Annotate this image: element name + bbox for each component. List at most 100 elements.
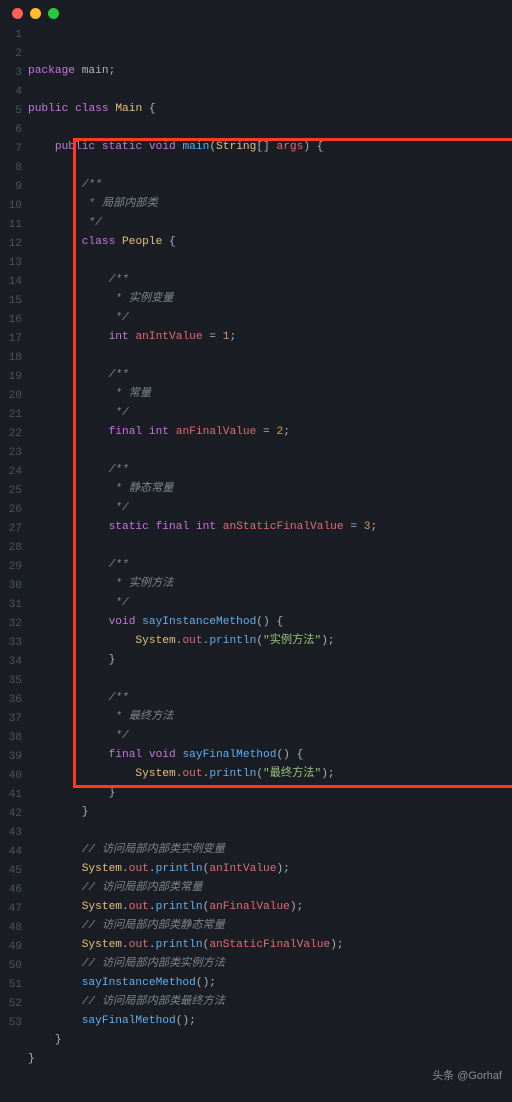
line-number: 47 xyxy=(0,900,22,919)
token-cls: System xyxy=(135,635,175,647)
token-pln xyxy=(28,616,109,628)
code-line: int anIntValue = 1; xyxy=(28,328,512,347)
code-line: /** xyxy=(28,176,512,195)
line-number: 42 xyxy=(0,805,22,824)
line-number: 5 xyxy=(0,102,22,121)
code-line xyxy=(28,252,512,271)
token-fn: println xyxy=(209,768,256,780)
code-line: void sayInstanceMethod() { xyxy=(28,613,512,632)
token-pln: } xyxy=(28,654,115,666)
token-pln xyxy=(28,407,109,419)
code-line: static final int anStaticFinalValue = 3; xyxy=(28,518,512,537)
token-id: out xyxy=(129,901,149,913)
token-pln: } xyxy=(28,1053,35,1065)
code-line xyxy=(28,81,512,100)
token-pln: [] xyxy=(256,141,276,153)
line-number: 30 xyxy=(0,577,22,596)
code-line: /** xyxy=(28,271,512,290)
token-pln xyxy=(28,920,82,932)
line-number: 49 xyxy=(0,938,22,957)
token-cmt: * 常量 xyxy=(109,388,152,400)
token-kw: void xyxy=(109,616,136,628)
zoom-icon[interactable] xyxy=(48,8,59,19)
code-line: // 访问局部内部类最终方法 xyxy=(28,993,512,1012)
token-pln xyxy=(28,977,82,989)
line-number: 34 xyxy=(0,653,22,672)
line-gutter: 1234567891011121314151617181920212223242… xyxy=(0,26,28,1069)
token-pln xyxy=(68,103,75,115)
token-id: anIntValue xyxy=(135,331,202,343)
token-pln: = xyxy=(256,426,276,438)
token-pln xyxy=(142,749,149,761)
token-pln xyxy=(28,312,109,324)
code-line: sayFinalMethod(); xyxy=(28,1012,512,1031)
code-line: class People { xyxy=(28,233,512,252)
token-cmt: // 访问局部内部类最终方法 xyxy=(82,996,225,1008)
token-kw: void xyxy=(149,749,176,761)
line-number: 27 xyxy=(0,520,22,539)
code-line: /** xyxy=(28,689,512,708)
token-id: out xyxy=(129,939,149,951)
code-line: System.out.println(anFinalValue); xyxy=(28,898,512,917)
token-kw: final xyxy=(109,749,143,761)
line-number: 6 xyxy=(0,121,22,140)
line-number: 11 xyxy=(0,216,22,235)
token-cmt: /** xyxy=(109,464,129,476)
code-line: * 实例方法 xyxy=(28,575,512,594)
line-number: 12 xyxy=(0,235,22,254)
code-line xyxy=(28,442,512,461)
code-line: */ xyxy=(28,499,512,518)
token-str: "最终方法" xyxy=(263,768,321,780)
token-pln xyxy=(189,521,196,533)
token-pln xyxy=(28,331,109,343)
code-line xyxy=(28,347,512,366)
token-cmt: // 访问局部内部类常量 xyxy=(82,882,203,894)
token-pln: { xyxy=(162,236,175,248)
token-cmt: */ xyxy=(109,407,129,419)
token-fn: println xyxy=(209,635,256,647)
token-pln xyxy=(28,198,82,210)
line-number: 10 xyxy=(0,197,22,216)
token-cls: System xyxy=(82,863,122,875)
line-number: 20 xyxy=(0,387,22,406)
token-pln xyxy=(28,274,109,286)
token-pln: (); xyxy=(196,977,216,989)
token-id: anStaticFinalValue xyxy=(209,939,330,951)
code-line xyxy=(28,537,512,556)
line-number: 29 xyxy=(0,558,22,577)
code-line: } xyxy=(28,803,512,822)
code-line: final void sayFinalMethod() { xyxy=(28,746,512,765)
token-id: out xyxy=(129,863,149,875)
code-line: */ xyxy=(28,309,512,328)
close-icon[interactable] xyxy=(12,8,23,19)
token-pln xyxy=(28,996,82,1008)
line-number: 18 xyxy=(0,349,22,368)
line-number: 38 xyxy=(0,729,22,748)
token-cmt: */ xyxy=(82,217,102,229)
line-number: 46 xyxy=(0,881,22,900)
line-number: 32 xyxy=(0,615,22,634)
code-line: System.out.println("实例方法"); xyxy=(28,632,512,651)
token-pln xyxy=(28,768,135,780)
code-pane: package main;public class Main { public … xyxy=(28,26,512,1069)
token-kw: public xyxy=(55,141,95,153)
code-line: final int anFinalValue = 2; xyxy=(28,423,512,442)
token-kw: static xyxy=(102,141,142,153)
token-pln xyxy=(149,521,156,533)
token-kw: void xyxy=(149,141,176,153)
code-line: * 常量 xyxy=(28,385,512,404)
code-editor: 1234567891011121314151617181920212223242… xyxy=(0,26,512,1099)
code-line: * 最终方法 xyxy=(28,708,512,727)
token-pln xyxy=(28,597,109,609)
footer-credit: 头条 @Gorhaf xyxy=(432,1067,502,1083)
minimize-icon[interactable] xyxy=(30,8,41,19)
code-line: /** xyxy=(28,556,512,575)
line-number: 4 xyxy=(0,83,22,102)
line-number: 19 xyxy=(0,368,22,387)
token-cmt: // 访问局部内部类实例方法 xyxy=(82,958,225,970)
token-kw: class xyxy=(82,236,116,248)
token-pln xyxy=(28,483,109,495)
token-kw: int xyxy=(149,426,169,438)
token-dot: . xyxy=(149,901,156,913)
token-pln: } xyxy=(28,806,88,818)
